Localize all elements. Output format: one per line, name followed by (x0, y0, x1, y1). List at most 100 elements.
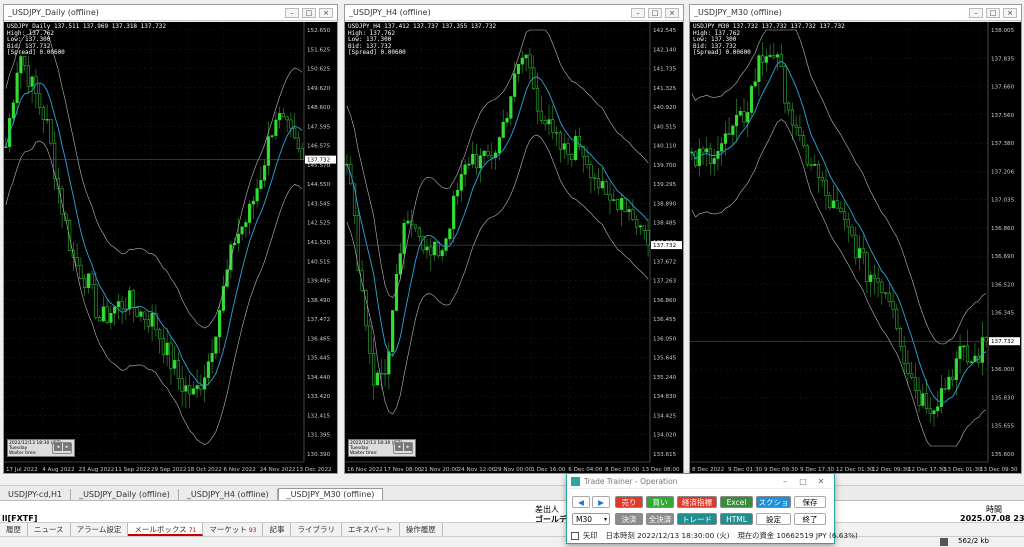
window-title: _USDJPY_H4 (offline) (349, 8, 431, 17)
settle-button[interactable]: 決済 (615, 513, 643, 525)
candle-body (513, 73, 517, 97)
dialog-status: 矢印 日本時刻 2022/12/13 18:30:00 (火) 現在の資金 10… (571, 531, 858, 541)
candle-body (436, 241, 440, 257)
window-titlebar[interactable]: _USDJPY_M30 (offline) – □ × (690, 5, 1021, 21)
dialog-titlebar[interactable]: Trade Trainer - Operation – □ ✕ (567, 474, 834, 489)
close-icon[interactable]: × (665, 7, 679, 18)
save-button[interactable]: 保存 (794, 496, 826, 508)
candle-body (429, 246, 433, 256)
minimize-icon[interactable]: – (969, 7, 983, 18)
price-tick: 149.620 (307, 86, 331, 92)
candle-body (402, 222, 406, 254)
candle-body (802, 135, 806, 147)
prev-bar-button[interactable]: ◀ (572, 496, 590, 508)
tab-chart-active[interactable]: _USDJPY_M30 (offline) (277, 488, 384, 500)
tab-experts[interactable]: エキスパート (342, 523, 400, 536)
html-button[interactable]: HTML (720, 513, 753, 525)
ohlc-info: USDJPY_Daily 137.511 137.969 137.318 137… (7, 23, 166, 57)
candle-body (794, 124, 798, 128)
arrow-checkbox[interactable] (571, 532, 579, 540)
candle-body (783, 66, 787, 104)
close-icon[interactable]: ✕ (812, 477, 830, 486)
settings-button[interactable]: 設定 (756, 513, 791, 525)
time-next-icon[interactable]: ▸ (404, 443, 412, 451)
minimize-icon[interactable]: – (285, 7, 299, 18)
candle-body (574, 136, 578, 161)
price-tick: 151.625 (307, 47, 331, 53)
price-tick: 136.050 (653, 336, 677, 342)
tab-history[interactable]: 履歴 (0, 523, 28, 536)
candle-body (259, 179, 263, 189)
excel-button[interactable]: Excel (720, 496, 753, 508)
candle-body (865, 252, 869, 282)
minimize-icon[interactable]: – (631, 7, 645, 18)
candle-body (524, 54, 528, 59)
exit-button[interactable]: 終了 (794, 513, 826, 525)
current-time: 日本時刻 2022/12/13 18:30:00 (火) (605, 531, 730, 540)
price-tick: 150.625 (307, 67, 331, 73)
date-tick: 1 Dec 16:00 (531, 467, 566, 473)
candle-body (738, 111, 742, 116)
maximize-icon[interactable]: □ (986, 7, 1000, 18)
candle-body (962, 345, 966, 348)
trade-button[interactable]: トレード (677, 513, 717, 525)
candle-body (79, 264, 83, 279)
tab-chart[interactable]: _USDJPY_H4 (offline) (179, 489, 278, 500)
settle-all-button[interactable]: 全決済 (646, 513, 674, 525)
candle-body (240, 226, 244, 235)
chart-window-m30[interactable]: _USDJPY_M30 (offline) – □ × USDJPY_M30 1… (689, 4, 1022, 474)
chart-plot[interactable]: USDJPY_H4 137.412 137.737 137.355 137.73… (345, 22, 683, 473)
chart-window-daily[interactable]: _USDJPY_Daily (offline) – □ × USDJPY_Dai… (3, 4, 338, 474)
tab-chart[interactable]: _USDJPY_Daily (offline) (71, 489, 179, 500)
chart-plot[interactable]: USDJPY_M30 137.732 137.732 137.732 137.7… (690, 22, 1021, 473)
buy-button[interactable]: 買い (646, 496, 674, 508)
tab-chart[interactable]: USDJPY-cd,H1 (0, 489, 72, 500)
candle-body (839, 207, 843, 212)
price-tick: 135.830 (991, 395, 1015, 401)
sell-button[interactable]: 売り (615, 496, 643, 508)
candle-body (285, 116, 289, 121)
candlestick-chart: 138.005 137.835 137.660 137.560 137.380 137.2… (690, 22, 1020, 473)
tab-alarm[interactable]: アラーム設定 (71, 523, 129, 536)
time-next-icon[interactable]: ▸ (63, 443, 71, 451)
screenshot-button[interactable]: スクショ (756, 496, 791, 508)
candle-body (843, 211, 847, 220)
tab-articles[interactable]: 記事 (263, 523, 292, 536)
tab-journal[interactable]: 操作履歴 (400, 523, 443, 536)
chart-plot[interactable]: USDJPY_Daily 137.511 137.969 137.318 137… (4, 22, 337, 473)
candle-body (4, 146, 8, 148)
price-tick: 142.140 (653, 47, 677, 53)
price-tick: 138.490 (307, 298, 331, 304)
price-tick: 145.570 (307, 163, 331, 169)
close-icon[interactable]: × (319, 7, 333, 18)
candle-body (26, 65, 30, 87)
trade-trainer-dialog[interactable]: Trade Trainer - Operation – □ ✕ ◀ ▶ 売り 買… (566, 473, 858, 544)
candle-body (535, 88, 540, 112)
timeframe-select[interactable]: M30 ▾ (572, 513, 610, 525)
tab-news[interactable]: ニュース (28, 523, 71, 536)
tab-market[interactable]: マーケット 93 (203, 523, 264, 536)
candle-body (869, 274, 873, 282)
tab-library[interactable]: ライブラリ (291, 523, 342, 536)
maximize-icon[interactable]: □ (302, 7, 316, 18)
next-bar-button[interactable]: ▶ (592, 496, 610, 508)
candle-body (746, 112, 750, 123)
price-tick: 136.465 (307, 336, 331, 342)
date-tick: 12 Dec 01:30 (836, 467, 874, 473)
time-prev-icon[interactable]: ◂ (395, 443, 403, 451)
candle-body (406, 220, 410, 224)
chart-window-h4[interactable]: _USDJPY_H4 (offline) – □ × USDJPY_H4 137… (344, 4, 684, 474)
candle-body (701, 148, 705, 153)
close-icon[interactable]: × (1003, 7, 1017, 18)
minimize-icon[interactable]: – (776, 477, 794, 486)
maximize-icon[interactable]: □ (648, 7, 662, 18)
candle-body (206, 361, 210, 378)
candle-body (296, 137, 300, 150)
window-titlebar[interactable]: _USDJPY_Daily (offline) – □ × (4, 5, 337, 21)
tab-mailbox[interactable]: メールボックス 71 (128, 523, 204, 536)
maximize-icon[interactable]: □ (794, 477, 812, 486)
econ-indicator-button[interactable]: 経済指標 (677, 496, 717, 508)
time-prev-icon[interactable]: ◂ (54, 443, 62, 451)
candle-body (876, 277, 880, 283)
window-titlebar[interactable]: _USDJPY_H4 (offline) – □ × (345, 5, 683, 21)
